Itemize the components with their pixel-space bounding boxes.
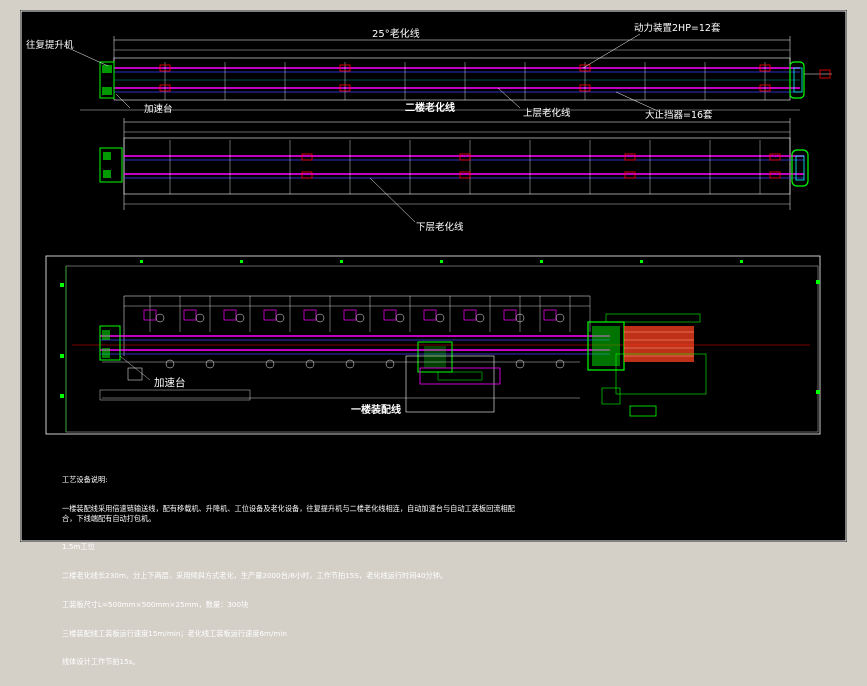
note-line-6: 线体设计工作节拍15s。 (62, 657, 140, 667)
cad-drawing-canvas: 25°老化线 往复提升机 动力装置2HP=12套 加速台 二楼老化线 上层老化线… (20, 10, 847, 666)
aging-line-top (63, 33, 832, 113)
label-second-floor-aging-line: 二楼老化线 (405, 101, 455, 114)
note-line-5: 三楼装配线工装板运行速度15m/min；老化线工装板运行速度6m/min (62, 628, 287, 638)
label-lower-aging-line: 下层老化线 (416, 221, 464, 233)
note-line-4: 工装板尺寸L=500mm×500mm×25mm，数量：300块 (62, 599, 249, 609)
note-line-0: 工艺设备说明: (62, 475, 108, 485)
label-reciprocating-hoist: 往复提升机 (26, 39, 74, 51)
assembly-line-floor-1 (45, 255, 821, 435)
label-stopper: 大止挡器=16套 (645, 109, 713, 121)
label-upper-aging-line: 上层老化线 (523, 107, 571, 119)
label-accel-table-bottom: 加速台 (154, 376, 186, 389)
aging-line-middle (99, 118, 809, 223)
label-power-unit: 动力装置2HP=12套 (634, 22, 721, 34)
note-line-3: 二楼老化线长230m，分上下两层，采用倾斜方式老化，生产量2000台/8小时，工… (62, 571, 448, 581)
note-line-2: 1.5m工位 (62, 542, 95, 552)
label-first-floor-assembly-line: 一楼装配线 (351, 403, 401, 416)
title-aging-line-25: 25°老化线 (372, 27, 420, 40)
process-notes: 工艺设备说明: 一楼装配线采用倍速链输送线，配有移载机、升降机、工位设备及老化设… (62, 456, 522, 686)
label-accel-table-top: 加速台 (144, 103, 173, 115)
note-line-1: 一楼装配线采用倍速链输送线，配有移载机、升降机、工位设备及老化设备，往复提升机与… (62, 503, 515, 523)
